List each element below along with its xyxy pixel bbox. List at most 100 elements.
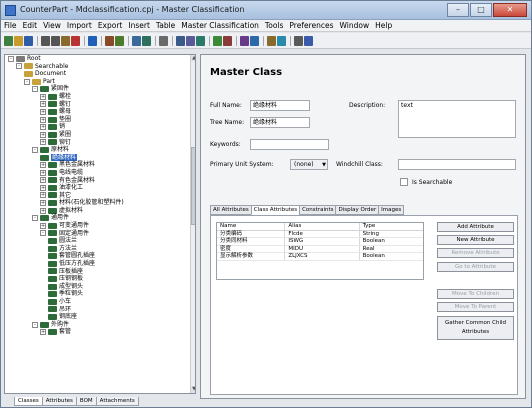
tree-scrollbar[interactable]: ▲ ▼ [190,55,195,393]
collapse-icon[interactable]: - [40,230,46,237]
expand-icon[interactable]: + [40,108,46,115]
expand-icon[interactable]: + [40,192,46,199]
tree-node[interactable]: + 材料(石化胶管和塑料件) [5,199,195,207]
expand-icon[interactable]: + [40,93,46,100]
class-icon[interactable] [240,35,249,46]
new-attribute-button[interactable]: New Attribute [437,235,514,245]
export-icon[interactable] [223,35,232,46]
collapse-icon[interactable]: - [8,55,14,62]
tree-node[interactable]: - 固定通用件 [5,230,195,238]
table-row[interactable]: 显示解析参数 ZLJXCS Boolean [217,253,423,261]
cut-icon[interactable] [41,35,50,46]
help-icon[interactable] [88,35,97,46]
description-field[interactable]: text [398,100,516,138]
tab-all-attributes[interactable]: All Attributes [210,205,252,215]
tree-node[interactable]: + 可变通用件 [5,222,195,230]
tree-node[interactable]: 压钢钢板 [5,275,195,283]
column-header-type[interactable]: Type [360,223,423,230]
tree-node[interactable]: 小车 [5,298,195,306]
close-button[interactable]: ✕ [493,3,527,17]
filter-icon[interactable] [115,35,124,46]
tree-node[interactable]: + 套管 [5,328,195,336]
expand-icon[interactable]: + [40,169,46,176]
delete-icon[interactable] [71,35,80,46]
tree-node[interactable]: - 紧固件 [5,85,195,93]
collapse-icon[interactable]: - [32,146,38,153]
menu-master-classification[interactable]: Master Classification [178,20,262,31]
tab-bom[interactable]: BOM [75,397,97,406]
expand-icon[interactable]: + [40,329,46,336]
group-icon[interactable] [186,35,195,46]
tree-name-field[interactable]: 绝缘材料 [250,117,310,128]
expand-icon[interactable]: + [40,131,46,138]
tree-node[interactable]: + 螺栓 [5,93,195,101]
tree-node[interactable]: - 通用件 [5,214,195,222]
tab-attachments[interactable]: Attachments [95,397,139,406]
tree-node[interactable]: - 外购件 [5,321,195,329]
tab-constraints[interactable]: Constraints [299,205,337,215]
tree-icon[interactable] [159,35,168,46]
import-icon[interactable] [213,35,222,46]
tree-node[interactable]: - 原材料 [5,146,195,154]
menu-file[interactable]: File [1,20,20,31]
tree-node[interactable]: 圆法兰 [5,237,195,245]
window-icon[interactable] [304,35,313,46]
chart-icon[interactable] [277,35,286,46]
tree-node[interactable]: + 铆钉 [5,139,195,147]
tree-node[interactable]: 压板插座 [5,268,195,276]
expand-icon[interactable]: + [40,162,46,169]
scroll-up-icon[interactable]: ▲ [191,55,195,62]
column-header-alias[interactable]: Alias [285,223,360,230]
minimize-button[interactable]: – [447,3,469,17]
tree-node[interactable]: + 黑色金属材料 [5,161,195,169]
new-icon[interactable] [4,35,13,46]
tab-images[interactable]: Images [378,205,405,215]
tree-node[interactable]: - Root [5,55,195,63]
find-icon[interactable] [105,35,114,46]
sort-icon[interactable] [176,35,185,46]
tree-node[interactable]: Document [5,70,195,78]
menu-window[interactable]: Window [337,20,373,31]
collapse-icon[interactable]: - [32,215,38,222]
menu-help[interactable]: Help [372,20,395,31]
expand-icon[interactable]: + [40,101,46,108]
attribute-icon[interactable] [250,35,259,46]
menu-view[interactable]: View [40,20,64,31]
collapse-icon[interactable]: - [32,321,38,328]
menu-import[interactable]: Import [64,20,95,31]
tree-node[interactable]: 吊环 [5,306,195,314]
link-icon[interactable] [196,35,205,46]
maximize-button[interactable]: □ [470,3,492,17]
tree-node[interactable]: 套管圆孔插座 [5,252,195,260]
expand-icon[interactable]: + [40,200,46,207]
menu-tools[interactable]: Tools [262,20,286,31]
windchill-class-field[interactable] [398,159,516,170]
menu-preferences[interactable]: Preferences [286,20,336,31]
menu-insert[interactable]: Insert [125,20,153,31]
collapse-icon[interactable]: - [32,86,38,93]
expand-icon[interactable]: + [40,184,46,191]
tree-node[interactable]: - Part [5,78,195,86]
table-icon[interactable] [132,35,141,46]
copy-icon[interactable] [51,35,60,46]
tree-node[interactable]: + 有色金属材料 [5,177,195,185]
remove-attribute-button[interactable]: Remove Attribute [437,248,514,258]
tree-node[interactable]: + 紧圈 [5,131,195,139]
add-attribute-button[interactable]: Add Attribute [437,222,514,232]
expand-icon[interactable]: + [40,207,46,214]
expand-icon[interactable]: + [40,139,46,146]
expand-icon[interactable]: + [40,222,46,229]
expand-icon[interactable]: + [40,124,46,131]
menu-table[interactable]: Table [153,20,178,31]
tab-display-order[interactable]: Display Order [335,205,380,215]
unit-system-select[interactable]: (none) ▼ [290,159,328,170]
expand-icon[interactable]: + [40,177,46,184]
tab-class-attributes[interactable]: Class Attributes [250,205,301,215]
collapse-icon[interactable]: - [24,78,30,85]
open-icon[interactable] [14,35,23,46]
tree-node[interactable]: + 销 [5,123,195,131]
tab-attributes[interactable]: Attributes [41,397,77,406]
grid-icon[interactable] [142,35,151,46]
tree-node[interactable]: + 螺母 [5,108,195,116]
settings-icon[interactable] [294,35,303,46]
